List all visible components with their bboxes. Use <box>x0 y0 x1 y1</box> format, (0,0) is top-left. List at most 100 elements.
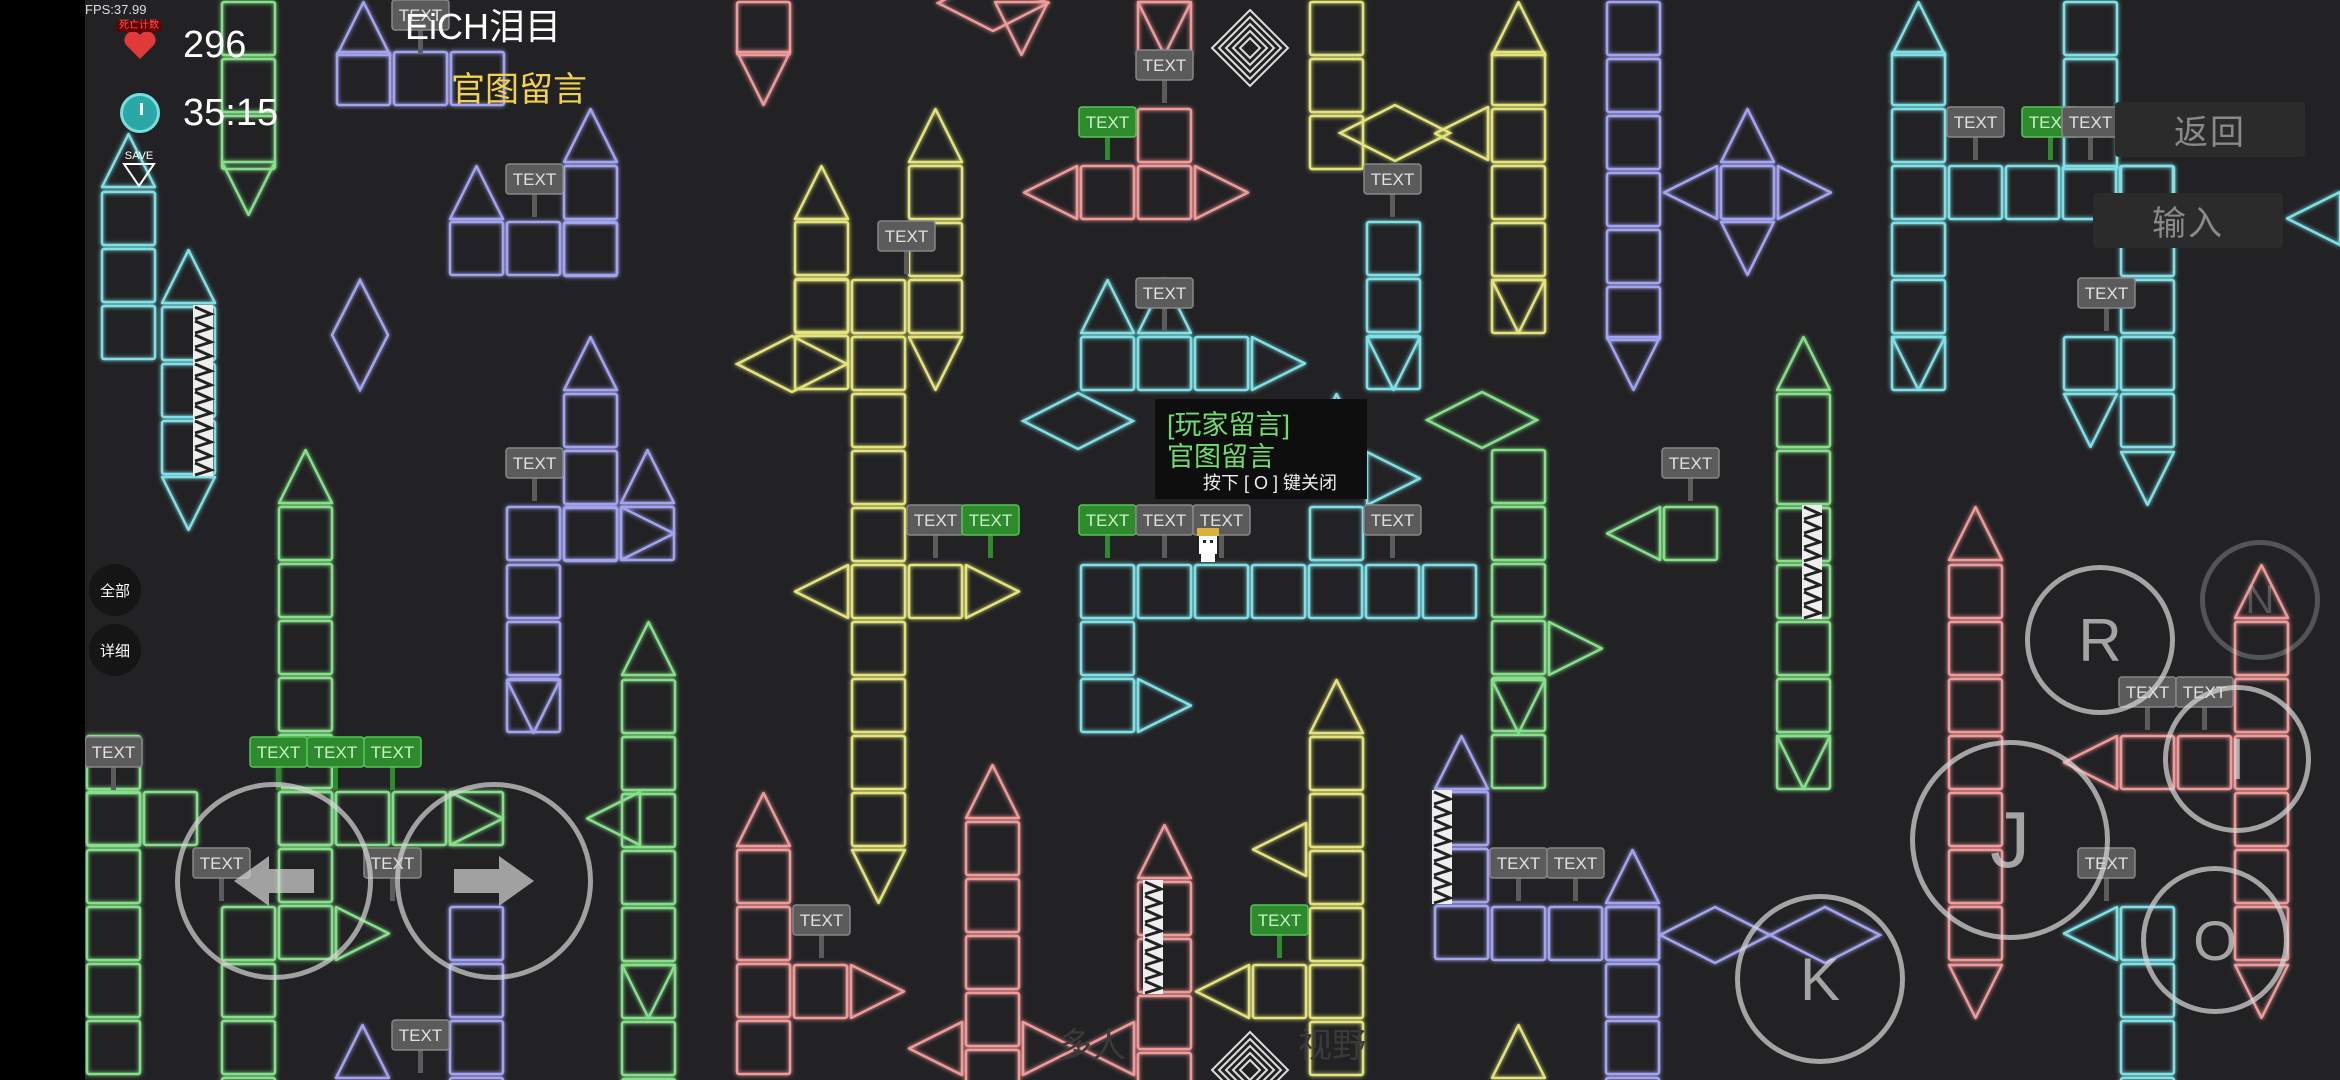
block <box>1775 620 1832 677</box>
o-button[interactable]: O <box>2141 866 2289 1014</box>
vine <box>1802 505 1825 563</box>
block <box>793 220 850 277</box>
block <box>85 1019 142 1076</box>
spike <box>1662 164 1719 221</box>
block <box>964 991 1021 1048</box>
spike <box>1890 335 1947 392</box>
block <box>1079 164 1136 221</box>
message-popup: [玩家留言] 官图留言 按下 [ O ] 键关闭 <box>1155 399 1367 499</box>
spike <box>160 248 217 305</box>
block <box>1490 164 1547 221</box>
spike <box>620 620 677 677</box>
save-triangle-icon <box>122 163 156 188</box>
popup-close-hint: 按下 [ O ] 键关闭 <box>1203 473 1338 493</box>
block <box>1775 734 1832 791</box>
block <box>620 963 677 1020</box>
svg-text:TEXT: TEXT <box>885 227 928 246</box>
block <box>793 277 850 334</box>
spike <box>849 963 906 1020</box>
block <box>907 563 964 620</box>
spike <box>1775 734 1832 791</box>
svg-text:TEXT: TEXT <box>2085 284 2128 303</box>
move-left-button[interactable] <box>175 782 373 980</box>
death-badge: 死亡计数 <box>117 20 161 32</box>
block <box>335 50 392 107</box>
block <box>562 506 619 563</box>
block <box>85 905 142 962</box>
text-sign: TEXT <box>1546 847 1605 901</box>
svg-text:TEXT: TEXT <box>1371 170 1414 189</box>
arrow-right-icon <box>454 856 534 906</box>
block <box>1136 164 1193 221</box>
text-sign: TEXT <box>1946 106 2005 160</box>
block <box>1136 335 1193 392</box>
stage-subtitle: 官图留言 <box>451 71 587 109</box>
r-button[interactable]: R <box>2025 565 2175 715</box>
player-character <box>1197 528 1219 562</box>
vine <box>1432 790 1455 848</box>
block <box>1136 1051 1193 1080</box>
svg-text:TEXT: TEXT <box>92 743 135 762</box>
block <box>1890 164 1947 221</box>
clock-icon <box>120 93 160 133</box>
block <box>1605 228 1662 285</box>
heart-icon: 死亡计数 <box>115 20 165 70</box>
block <box>1605 57 1662 114</box>
block <box>1307 563 1364 620</box>
i-button[interactable]: I <box>2163 685 2311 833</box>
svg-text:TEXT: TEXT <box>1371 511 1414 530</box>
block <box>1890 278 1947 335</box>
block <box>907 278 964 335</box>
spike <box>1251 821 1308 878</box>
spike <box>1490 278 1547 335</box>
svg-text:TEXT: TEXT <box>1200 511 1243 530</box>
block <box>964 820 1021 877</box>
move-right-button[interactable] <box>395 782 593 980</box>
input-button[interactable]: 输入 <box>2093 193 2283 248</box>
block <box>1079 620 1136 677</box>
diamond-spike <box>1337 103 1453 163</box>
vine <box>1143 937 1166 995</box>
all-messages-button[interactable]: 全部 <box>89 564 141 616</box>
k-button[interactable]: K <box>1735 894 1905 1064</box>
death-counter: 死亡计数 296 <box>115 20 246 70</box>
block <box>2119 1019 2176 1076</box>
spike <box>1890 0 1947 57</box>
block <box>2119 335 2176 392</box>
text-sign: TEXT <box>961 504 1020 558</box>
detail-button[interactable]: 详细 <box>89 624 141 676</box>
block <box>620 849 677 906</box>
block <box>2004 164 2061 221</box>
svg-text:TEXT: TEXT <box>513 170 556 189</box>
spike <box>1547 620 1604 677</box>
n-button[interactable]: N <box>2200 540 2320 660</box>
stage-title: EiCH泪目 <box>405 6 562 47</box>
block <box>1490 278 1547 335</box>
jump-button[interactable]: J <box>1910 740 2110 940</box>
text-sign: TEXT <box>1661 447 1720 501</box>
block <box>1250 563 1307 620</box>
block <box>1308 0 1365 57</box>
block <box>1308 735 1365 792</box>
block <box>1490 50 1547 107</box>
vine <box>1143 880 1166 938</box>
block <box>620 906 677 963</box>
spike <box>1365 335 1422 392</box>
svg-text:TEXT: TEXT <box>1497 854 1540 873</box>
back-button[interactable]: 返回 <box>2115 102 2305 157</box>
block <box>1604 962 1661 1019</box>
timer: 35:15 <box>115 88 278 138</box>
block <box>1490 107 1547 164</box>
block <box>735 0 792 57</box>
block <box>2062 335 2119 392</box>
block <box>964 934 1021 991</box>
spike <box>562 335 619 392</box>
spike <box>964 563 1021 620</box>
block <box>100 190 157 247</box>
spike <box>1947 963 2004 1020</box>
spike <box>907 1020 964 1077</box>
spike <box>1250 335 1307 392</box>
block <box>1605 171 1662 228</box>
spike <box>335 0 392 57</box>
spike <box>993 0 1050 57</box>
